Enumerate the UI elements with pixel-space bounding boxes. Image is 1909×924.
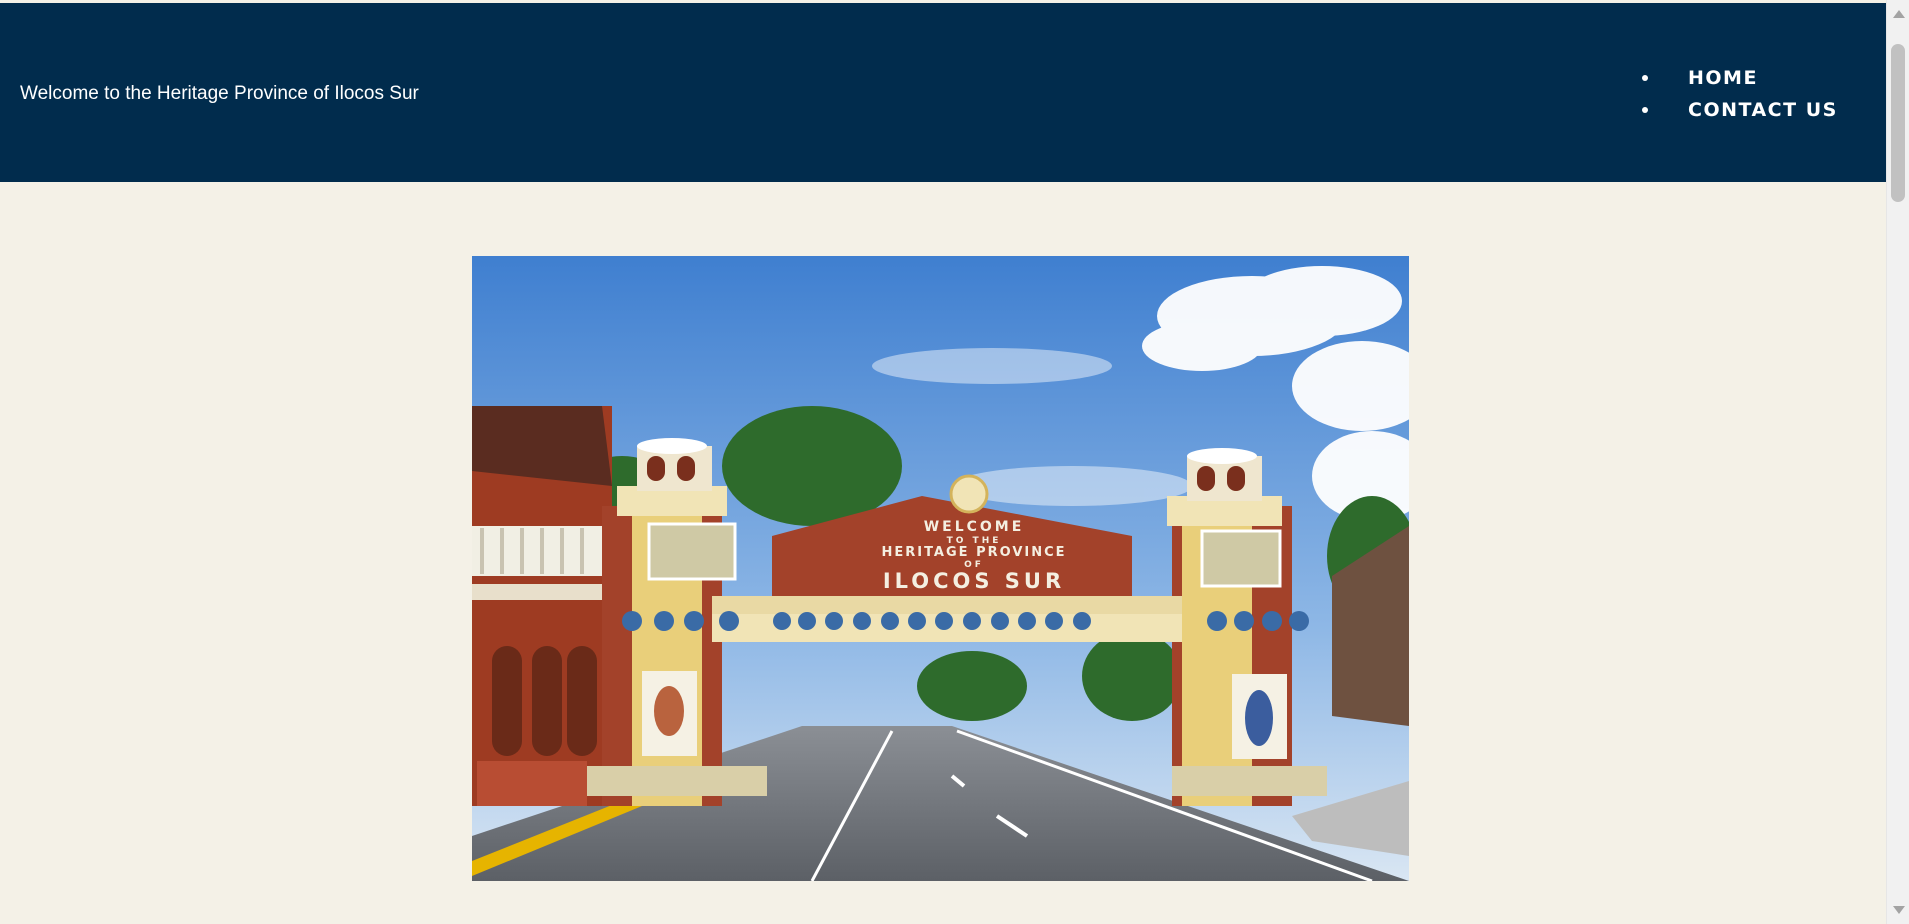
main-nav: HOME CONTACT US	[1642, 65, 1838, 129]
arch-text-ilocos-sur: ILOCOS SUR	[883, 569, 1065, 593]
browser-viewport: Welcome to the Heritage Province of Iloc…	[0, 0, 1909, 924]
vertical-scrollbar[interactable]	[1886, 0, 1909, 924]
bullet-icon	[1642, 107, 1648, 113]
scroll-down-arrow-icon[interactable]	[1893, 906, 1905, 914]
hero-image: WELCOME TO THE HERITAGE PROVINCE OF ILOC…	[472, 256, 1409, 881]
site-title: Welcome to the Heritage Province of Iloc…	[20, 83, 419, 104]
nav-link-contact-us[interactable]: CONTACT US	[1688, 99, 1838, 121]
heritage-arch-photo: WELCOME TO THE HERITAGE PROVINCE OF ILOC…	[472, 256, 1409, 881]
scrollbar-thumb[interactable]	[1891, 44, 1905, 202]
nav-link-home[interactable]: HOME	[1688, 67, 1758, 89]
bullet-icon	[1642, 75, 1648, 81]
scroll-up-arrow-icon[interactable]	[1893, 10, 1905, 18]
site-header: Welcome to the Heritage Province of Iloc…	[0, 3, 1886, 182]
nav-item-contact-us: CONTACT US	[1642, 97, 1838, 129]
arch-text-heritage-province: HERITAGE PROVINCE	[881, 545, 1066, 560]
nav-item-home: HOME	[1642, 65, 1838, 97]
arch-text-welcome: WELCOME	[924, 519, 1025, 535]
